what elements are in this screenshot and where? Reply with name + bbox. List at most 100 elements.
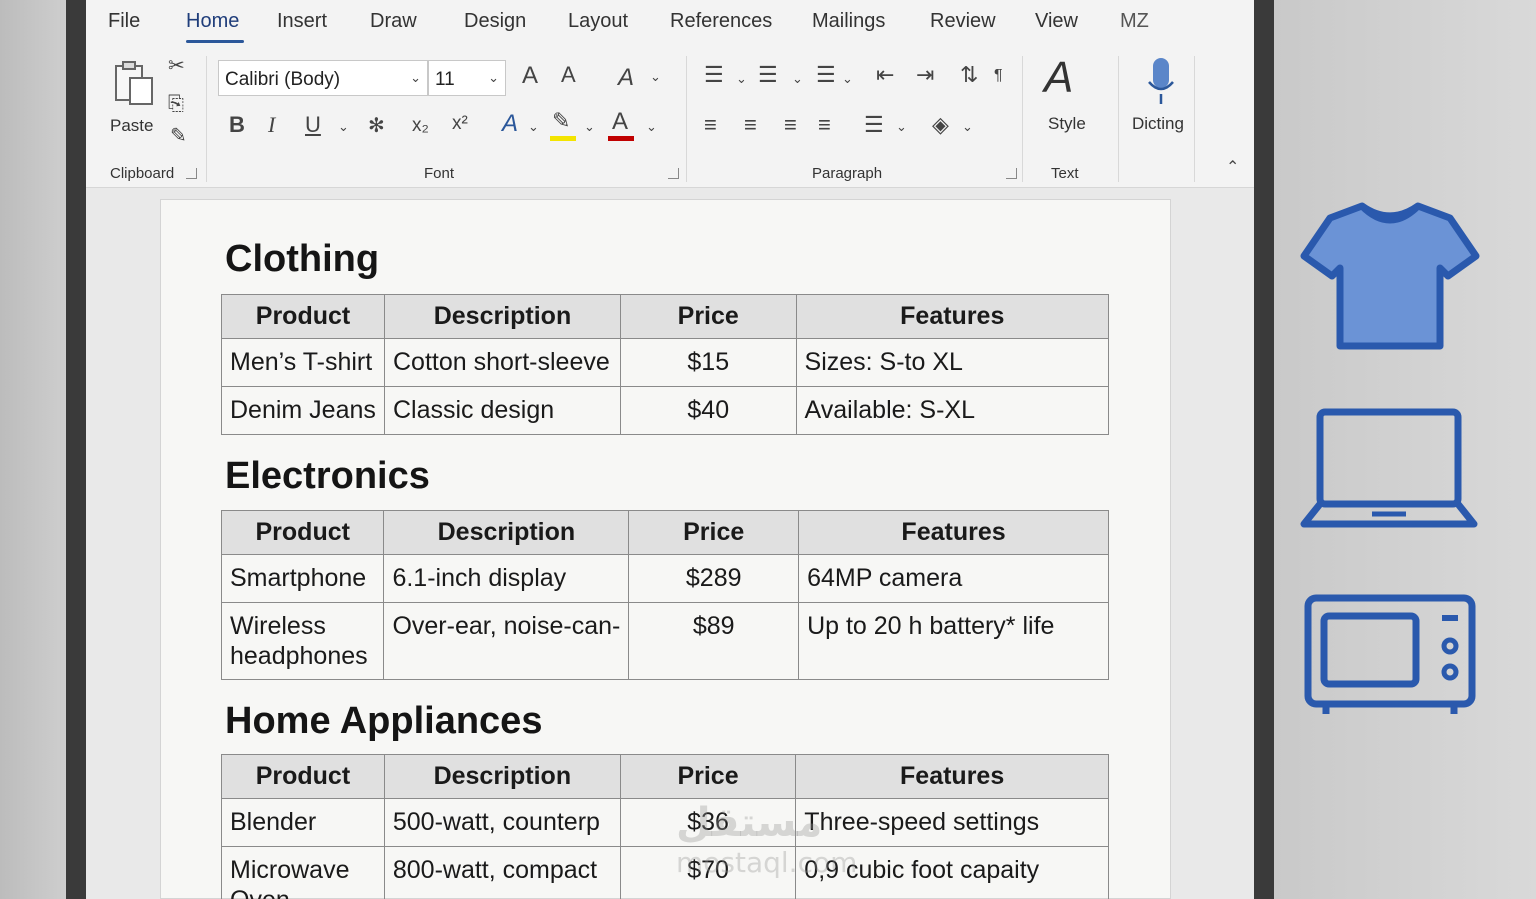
table-header-row: Product Description Price Features — [220, 510, 1109, 555]
dictate-button[interactable]: Dicting — [1130, 56, 1194, 146]
table-cell[interactable]: Classic design — [383, 386, 621, 435]
align-center-icon[interactable]: ≡ — [744, 114, 757, 136]
tab-extra-icon[interactable]: MZ — [1120, 10, 1149, 33]
align-left-icon[interactable]: ≡ — [704, 114, 717, 136]
clipboard-launcher-icon[interactable] — [186, 168, 197, 179]
sort-icon[interactable]: ⇅ — [960, 64, 978, 86]
table-cell[interactable]: Available: S-XL — [795, 386, 1110, 435]
multilevel-list-icon[interactable]: ☰ — [816, 64, 836, 86]
font-name-value: Calibri (Body) — [225, 69, 341, 90]
line-spacing-icon[interactable]: ☰ — [864, 114, 884, 136]
table-cell[interactable]: Over-ear, noise-can- — [383, 602, 630, 680]
table-cell[interactable]: 0,9 cubic foot capaity — [795, 846, 1109, 899]
tab-review[interactable]: Review — [930, 10, 996, 33]
chevron-down-icon[interactable]: ⌄ — [646, 120, 657, 133]
chevron-down-icon[interactable]: ⌄ — [650, 70, 661, 83]
table-cell[interactable]: Microwave Oven — [221, 846, 385, 899]
numbering-icon[interactable]: ☰ — [758, 64, 778, 86]
highlight-color-swatch — [550, 136, 576, 141]
styles-button[interactable]: A Style — [1036, 56, 1098, 146]
superscript-button[interactable]: x² — [452, 114, 468, 133]
table-cell[interactable]: 6.1-inch display — [383, 554, 630, 603]
table-cell[interactable]: Men’s T-shirt — [221, 338, 385, 387]
chevron-down-icon[interactable]: ⌄ — [736, 72, 747, 85]
table-cell[interactable]: Denim Jeans — [221, 386, 385, 435]
font-size-dropdown[interactable]: 11 ⌄ — [428, 60, 506, 96]
chevron-down-icon[interactable]: ⌄ — [962, 120, 973, 133]
table-cell[interactable]: Blender — [221, 798, 385, 847]
tab-file[interactable]: File — [108, 10, 140, 33]
laptop-icon — [1300, 408, 1478, 528]
tab-references[interactable]: References — [670, 10, 772, 33]
table-cell[interactable]: Wireless headphones — [220, 602, 385, 680]
shading-icon[interactable]: ◈ — [932, 114, 949, 136]
shrink-font-icon[interactable]: A — [561, 64, 576, 86]
table-header-row: Product Description Price Features — [221, 754, 1109, 799]
text-effects-icon[interactable]: A — [502, 112, 518, 136]
tab-draw[interactable]: Draw — [370, 10, 417, 33]
chevron-down-icon[interactable]: ⌄ — [842, 72, 853, 85]
table-cell[interactable]: 64MP camera — [798, 554, 1109, 603]
dictate-label: Dicting — [1132, 114, 1184, 133]
table-cell[interactable]: 500-watt, counterp — [383, 798, 621, 847]
paste-button[interactable]: Paste — [106, 58, 156, 138]
increase-indent-icon[interactable]: ⇥ — [916, 64, 934, 86]
section-title-clothing: Clothing — [225, 238, 380, 280]
italic-button[interactable]: I — [268, 114, 275, 136]
clear-formatting-icon[interactable]: A — [618, 66, 634, 90]
chevron-down-icon[interactable]: ⌄ — [528, 120, 539, 133]
table-header: Price — [619, 754, 797, 799]
table-header: Features — [795, 294, 1110, 339]
table-cell[interactable]: $40 — [619, 386, 797, 435]
table-cell[interactable]: $36 — [619, 798, 797, 847]
tab-view[interactable]: View — [1035, 10, 1078, 33]
table-cell[interactable]: 800-watt, compact — [383, 846, 621, 899]
font-name-dropdown[interactable]: Calibri (Body) ⌄ — [218, 60, 428, 96]
table-header: Product — [220, 510, 385, 555]
cut-icon[interactable]: ✂ — [168, 56, 185, 76]
align-right-icon[interactable]: ≡ — [784, 114, 797, 136]
bullets-icon[interactable]: ☰ — [704, 64, 724, 86]
strikethrough-icon[interactable]: ✻ — [368, 116, 385, 136]
chevron-down-icon[interactable]: ⌄ — [584, 120, 595, 133]
tab-design[interactable]: Design — [464, 10, 526, 33]
chevron-down-icon: ⌄ — [410, 70, 421, 85]
subscript-button[interactable]: x₂ — [412, 116, 429, 135]
table-cell[interactable]: Cotton short-sleeve — [383, 338, 621, 387]
paragraph-launcher-icon[interactable] — [1006, 168, 1017, 179]
chevron-down-icon[interactable]: ⌄ — [792, 72, 803, 85]
table-cell[interactable]: Smartphone — [220, 554, 385, 603]
chevron-down-icon[interactable]: ⌄ — [896, 120, 907, 133]
separator — [686, 56, 687, 182]
collapse-ribbon-icon[interactable]: ⌃ — [1226, 160, 1239, 176]
tab-home[interactable]: Home — [186, 10, 239, 33]
tab-mailings[interactable]: Mailings — [812, 10, 885, 33]
active-tab-indicator — [186, 40, 244, 43]
paste-label: Paste — [110, 116, 154, 135]
highlight-icon[interactable]: ✎ — [552, 110, 570, 132]
table-cell[interactable]: Up to 20 h battery* life — [798, 602, 1109, 680]
table-cell[interactable]: Sizes: S-to XL — [795, 338, 1110, 387]
grow-font-icon[interactable]: A — [522, 64, 538, 88]
format-painter-icon[interactable]: ✎ — [170, 126, 187, 146]
table-cell[interactable]: $15 — [619, 338, 797, 387]
bold-button[interactable]: B — [229, 114, 245, 136]
table-cell[interactable]: $70 — [619, 846, 797, 899]
decrease-indent-icon[interactable]: ⇤ — [876, 64, 894, 86]
show-marks-icon[interactable]: ¶ — [994, 68, 1003, 84]
tab-layout[interactable]: Layout — [568, 10, 628, 33]
table-row: Wireless headphones Over-ear, noise-can-… — [220, 602, 1109, 680]
table-row: Blender 500-watt, counterp $36 Three-spe… — [221, 798, 1109, 847]
font-launcher-icon[interactable] — [668, 168, 679, 179]
table-cell[interactable]: Three-speed settings — [795, 798, 1109, 847]
underline-button[interactable]: U — [305, 114, 321, 136]
copy-icon[interactable]: ⎘ — [168, 94, 184, 114]
chevron-down-icon[interactable]: ⌄ — [338, 120, 349, 133]
section-title-home-appliances: Home Appliances — [225, 700, 543, 742]
tab-insert[interactable]: Insert — [277, 10, 327, 33]
justify-icon[interactable]: ≡ — [818, 114, 831, 136]
table-cell[interactable]: $89 — [628, 602, 800, 680]
table-cell[interactable]: $289 — [628, 554, 800, 603]
font-color-icon[interactable]: A — [612, 110, 628, 134]
table-header: Description — [383, 294, 621, 339]
